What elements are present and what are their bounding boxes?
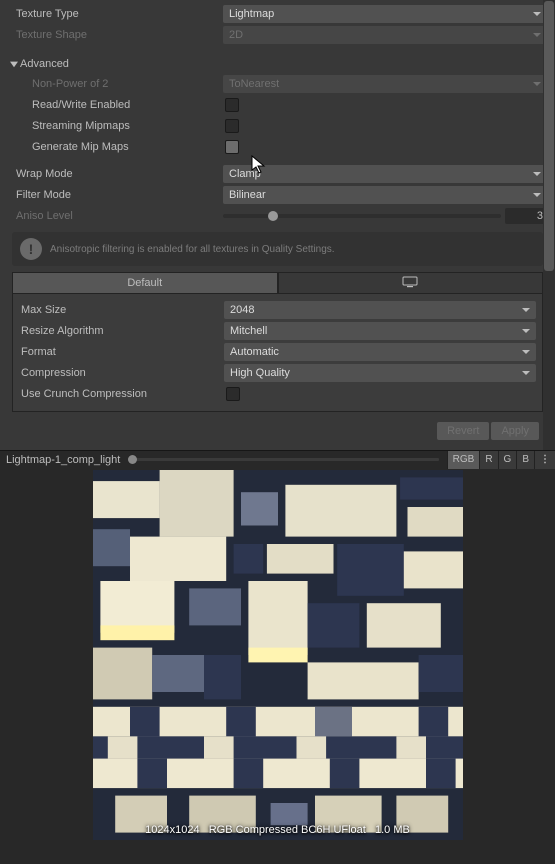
channel-rgb-button[interactable]: RGB [447, 451, 480, 469]
aniso-thumb[interactable] [268, 211, 278, 221]
channel-g-button[interactable]: G [498, 451, 517, 469]
preview-mip-thumb[interactable] [128, 455, 137, 464]
crunch-checkbox[interactable] [226, 387, 240, 401]
aniso-value[interactable]: 3 [505, 208, 547, 224]
texture-type-label: Texture Type [8, 8, 223, 20]
scrollbar-thumb[interactable] [544, 1, 554, 271]
filtermode-dropdown[interactable]: Bilinear [223, 186, 547, 204]
texture-type-dropdown[interactable]: Lightmap [223, 5, 547, 23]
info-icon: ! [20, 238, 42, 260]
streaming-label: Streaming Mipmaps [8, 120, 223, 132]
filtermode-label: Filter Mode [8, 189, 223, 201]
compression-label: Compression [19, 367, 224, 379]
preview-image: 1024x1024 RGB Compressed BC6H UFloat 1.0… [93, 470, 463, 840]
readwrite-label: Read/Write Enabled [8, 99, 223, 111]
maxsize-label: Max Size [19, 304, 224, 316]
monitor-icon [402, 276, 418, 291]
apply-button[interactable]: Apply [491, 422, 539, 440]
crunch-label: Use Crunch Compression [19, 388, 224, 400]
advanced-foldout[interactable]: Advanced [8, 54, 547, 74]
nonpow2-label: Non-Power of 2 [8, 78, 223, 90]
resizealgo-label: Resize Algorithm [19, 325, 224, 337]
tab-default[interactable]: Default [12, 272, 278, 294]
readwrite-checkbox[interactable] [225, 98, 239, 112]
streaming-checkbox[interactable] [225, 119, 239, 133]
genmipmaps-checkbox[interactable] [225, 140, 239, 154]
info-text: Anisotropic filtering is enabled for all… [50, 244, 335, 255]
format-label: Format [19, 346, 224, 358]
channel-r-button[interactable]: R [479, 451, 497, 469]
revert-button[interactable]: Revert [437, 422, 489, 440]
scrollbar-vertical[interactable] [543, 0, 555, 450]
preview-asset-name: Lightmap-1_comp_light [6, 454, 120, 466]
texture-shape-dropdown: 2D [223, 26, 547, 44]
format-dropdown[interactable]: Automatic [224, 343, 536, 361]
texture-shape-label: Texture Shape [8, 29, 223, 41]
tab-standalone[interactable] [278, 272, 544, 294]
aniso-label: Aniso Level [8, 210, 223, 222]
resizealgo-dropdown[interactable]: Mitchell [224, 322, 536, 340]
preview-caption: 1024x1024 RGB Compressed BC6H UFloat 1.0… [93, 824, 463, 836]
preview-mip-slider[interactable] [128, 458, 438, 461]
nonpow2-dropdown: ToNearest [223, 75, 547, 93]
info-box: ! Anisotropic filtering is enabled for a… [12, 232, 543, 266]
preview-menu-icon[interactable]: ⋮ [534, 451, 555, 469]
aniso-slider[interactable] [223, 214, 501, 218]
wrapmode-dropdown[interactable]: Clamp [223, 165, 547, 183]
chevron-down-icon [8, 58, 20, 70]
advanced-header-label: Advanced [20, 58, 69, 70]
wrapmode-label: Wrap Mode [8, 168, 223, 180]
maxsize-dropdown[interactable]: 2048 [224, 301, 536, 319]
genmipmaps-label: Generate Mip Maps [8, 141, 223, 153]
compression-dropdown[interactable]: High Quality [224, 364, 536, 382]
channel-b-button[interactable]: B [516, 451, 534, 469]
